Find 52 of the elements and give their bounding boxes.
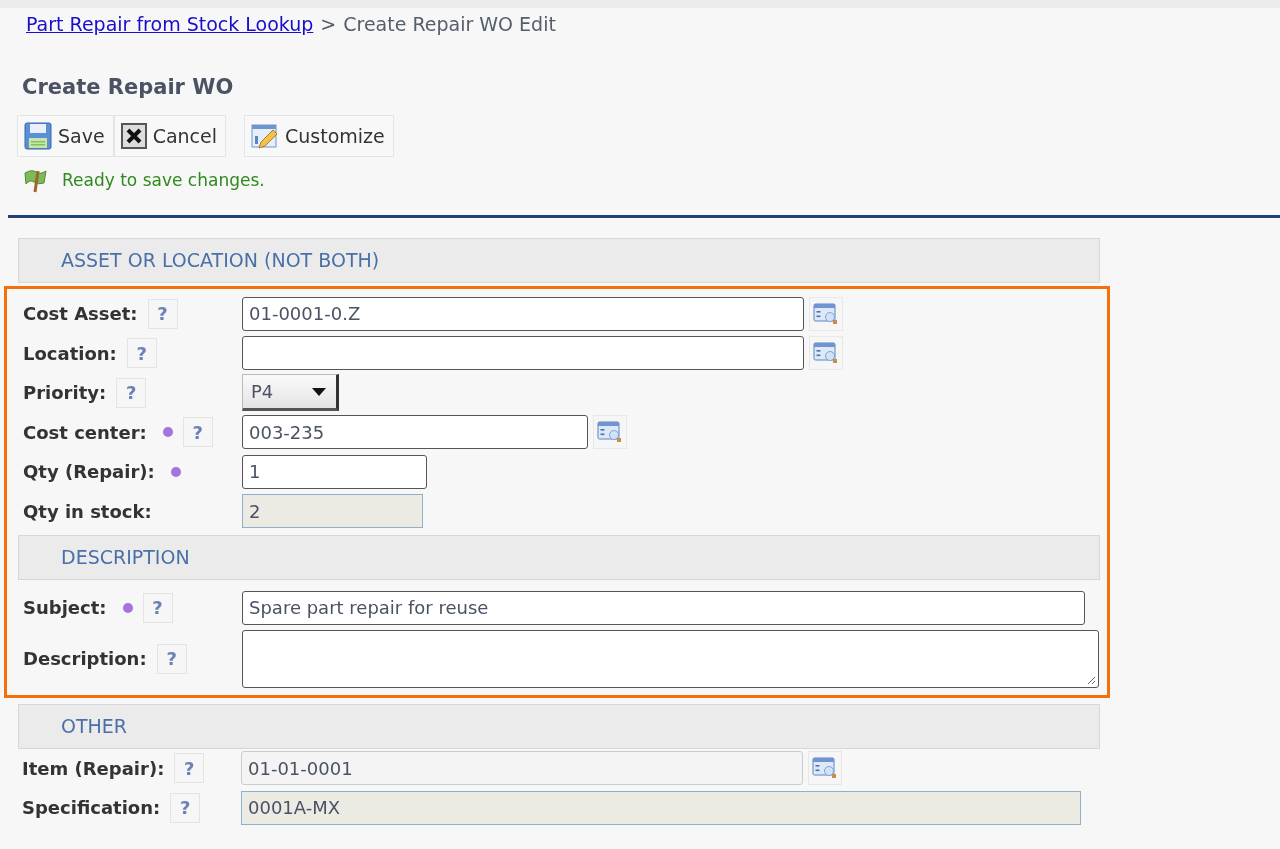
status-message: Ready to save changes. — [62, 170, 265, 190]
window-pencil-icon — [251, 122, 279, 150]
field-label: Subject: — [23, 597, 107, 619]
priority-dropdown[interactable]: P4 — [242, 374, 339, 412]
readonly-field[interactable]: 2 — [242, 494, 423, 529]
lookup-button[interactable] — [809, 296, 843, 331]
breadcrumb-current: Create Repair WO Edit — [343, 13, 556, 35]
field-label: Qty (Repair): — [23, 461, 155, 483]
toolbar-button[interactable]: Cancel — [113, 115, 226, 157]
text-field[interactable]: 01-01-0001 — [241, 751, 803, 786]
field-label: Cost center: — [23, 421, 147, 443]
help-button[interactable]: ? — [170, 792, 201, 823]
caret-icon — [312, 387, 326, 396]
field-label: Specification: — [22, 797, 161, 819]
page-title: Create Repair WO — [22, 75, 235, 99]
breadcrumb-separator: > — [320, 13, 337, 35]
field-label: Description: — [23, 648, 147, 669]
toolbar-button[interactable]: Save — [17, 115, 114, 157]
help-button[interactable]: ? — [116, 377, 147, 408]
field-label: Qty in stock: — [23, 500, 152, 522]
lookup-button[interactable] — [808, 751, 842, 786]
help-button[interactable]: ? — [182, 417, 213, 448]
text-field[interactable]: 003-235 — [242, 415, 588, 450]
text-field[interactable]: Spare part repair for reuse — [242, 590, 1085, 625]
lookup-icon — [813, 341, 839, 366]
field-label: Location: — [23, 342, 117, 364]
help-button[interactable]: ? — [156, 643, 187, 674]
lookup-icon — [813, 301, 839, 326]
section-header: ASSET OR LOCATION (NOT BOTH) — [18, 238, 1100, 283]
resize-grip-icon — [1086, 674, 1096, 685]
text-field[interactable]: 1 — [242, 454, 427, 489]
text-field[interactable] — [242, 336, 804, 371]
lookup-icon — [812, 756, 838, 781]
close-icon — [120, 123, 147, 149]
field-label: Cost Asset: — [23, 303, 138, 325]
help-button[interactable]: ? — [147, 298, 178, 329]
text-field[interactable]: 01-0001-0.Z — [242, 296, 804, 331]
help-button[interactable]: ? — [142, 592, 173, 623]
lookup-button[interactable] — [593, 415, 627, 450]
field-label: Priority: — [23, 382, 107, 404]
flag-icon — [22, 167, 48, 193]
breadcrumb-link[interactable]: Part Repair from Stock Lookup — [26, 13, 314, 35]
lookup-button[interactable] — [809, 336, 843, 371]
toolbar-button[interactable]: Customize — [244, 115, 394, 157]
section-header: DESCRIPTION — [18, 535, 1100, 580]
readonly-field[interactable]: 0001A-MX — [241, 790, 1081, 825]
section-header: OTHER — [18, 703, 1100, 749]
help-button[interactable]: ? — [126, 338, 157, 369]
field-label: Item (Repair): — [22, 757, 165, 779]
description-field[interactable] — [242, 629, 1099, 688]
lookup-icon — [597, 420, 623, 445]
help-button[interactable]: ? — [174, 753, 205, 784]
